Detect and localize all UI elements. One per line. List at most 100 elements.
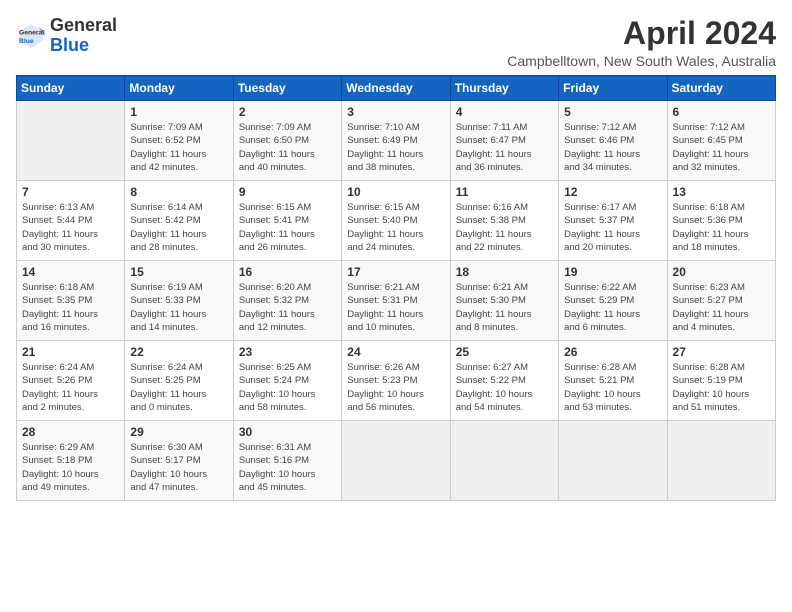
day-number: 5: [564, 105, 661, 119]
day-number: 30: [239, 425, 336, 439]
day-number: 21: [22, 345, 119, 359]
day-number: 11: [456, 185, 553, 199]
week-row-2: 7 Sunrise: 6:13 AMSunset: 5:44 PMDaylight…: [17, 181, 776, 261]
cell-content: Sunrise: 6:29 AMSunset: 5:18 PMDaylight:…: [22, 441, 119, 494]
cell-content: Sunrise: 6:15 AMSunset: 5:40 PMDaylight:…: [347, 201, 444, 254]
calendar-cell: 26Sunrise: 6:28 AMSunset: 5:21 PMDayligh…: [559, 341, 667, 421]
day-number: 24: [347, 345, 444, 359]
calendar-cell: [450, 421, 558, 501]
cell-content: Sunrise: 7:11 AMSunset: 6:47 PMDaylight:…: [456, 121, 553, 174]
calendar-cell: 10 Sunrise: 6:15 AMSunset: 5:40 PMDayligh…: [342, 181, 450, 261]
cell-content: Sunrise: 6:24 AMSunset: 5:25 PMDaylight:…: [130, 361, 227, 414]
calendar-cell: 5Sunrise: 7:12 AMSunset: 6:46 PMDaylight…: [559, 101, 667, 181]
day-number: 1: [130, 105, 227, 119]
calendar-cell: 8 Sunrise: 6:14 AMSunset: 5:42 PMDaylight…: [125, 181, 233, 261]
day-number: 7: [22, 185, 119, 199]
day-number: 10: [347, 185, 444, 199]
week-row-5: 28 Sunrise: 6:29 AMSunset: 5:18 PMDayligh…: [17, 421, 776, 501]
cell-content: Sunrise: 6:21 AMSunset: 5:31 PMDaylight:…: [347, 281, 444, 334]
cell-content: Sunrise: 6:31 AMSunset: 5:16 PMDaylight:…: [239, 441, 336, 494]
day-number: 29: [130, 425, 227, 439]
header-day-wednesday: Wednesday: [342, 76, 450, 101]
day-number: 3: [347, 105, 444, 119]
page-header: General Blue General Blue April 2024 Cam…: [16, 16, 776, 69]
cell-content: Sunrise: 6:14 AMSunset: 5:42 PMDaylight:…: [130, 201, 227, 254]
header-day-monday: Monday: [125, 76, 233, 101]
day-number: 8: [130, 185, 227, 199]
day-number: 20: [673, 265, 770, 279]
month-title: April 2024: [507, 16, 776, 51]
calendar-cell: 11Sunrise: 6:16 AMSunset: 5:38 PMDayligh…: [450, 181, 558, 261]
calendar-cell: 21 Sunrise: 6:24 AMSunset: 5:26 PMDayligh…: [17, 341, 125, 421]
location-title: Campbelltown, New South Wales, Australia: [507, 53, 776, 69]
calendar-cell: 29 Sunrise: 6:30 AMSunset: 5:17 PMDayligh…: [125, 421, 233, 501]
cell-content: Sunrise: 6:30 AMSunset: 5:17 PMDaylight:…: [130, 441, 227, 494]
day-number: 17: [347, 265, 444, 279]
week-row-1: 1 Sunrise: 7:09 AMSunset: 6:52 PMDaylight…: [17, 101, 776, 181]
cell-content: Sunrise: 6:24 AMSunset: 5:26 PMDaylight:…: [22, 361, 119, 414]
day-number: 15: [130, 265, 227, 279]
title-block: April 2024 Campbelltown, New South Wales…: [507, 16, 776, 69]
cell-content: Sunrise: 7:12 AMSunset: 6:45 PMDaylight:…: [673, 121, 770, 174]
logo: General Blue General Blue: [16, 16, 117, 56]
calendar-cell: 13Sunrise: 6:18 AMSunset: 5:36 PMDayligh…: [667, 181, 775, 261]
day-number: 9: [239, 185, 336, 199]
cell-content: Sunrise: 7:09 AMSunset: 6:52 PMDaylight:…: [130, 121, 227, 174]
calendar-cell: 7 Sunrise: 6:13 AMSunset: 5:44 PMDaylight…: [17, 181, 125, 261]
calendar-cell: 12Sunrise: 6:17 AMSunset: 5:37 PMDayligh…: [559, 181, 667, 261]
cell-content: Sunrise: 6:26 AMSunset: 5:23 PMDaylight:…: [347, 361, 444, 414]
calendar-cell: 9 Sunrise: 6:15 AMSunset: 5:41 PMDaylight…: [233, 181, 341, 261]
header-day-tuesday: Tuesday: [233, 76, 341, 101]
calendar-cell: 15 Sunrise: 6:19 AMSunset: 5:33 PMDayligh…: [125, 261, 233, 341]
week-row-4: 21 Sunrise: 6:24 AMSunset: 5:26 PMDayligh…: [17, 341, 776, 421]
day-number: 25: [456, 345, 553, 359]
calendar-cell: [17, 101, 125, 181]
cell-content: Sunrise: 6:27 AMSunset: 5:22 PMDaylight:…: [456, 361, 553, 414]
calendar-header: SundayMondayTuesdayWednesdayThursdayFrid…: [17, 76, 776, 101]
calendar-cell: 24 Sunrise: 6:26 AMSunset: 5:23 PMDayligh…: [342, 341, 450, 421]
calendar-cell: 23Sunrise: 6:25 AMSunset: 5:24 PMDayligh…: [233, 341, 341, 421]
day-number: 28: [22, 425, 119, 439]
header-day-friday: Friday: [559, 76, 667, 101]
day-number: 14: [22, 265, 119, 279]
cell-content: Sunrise: 6:15 AMSunset: 5:41 PMDaylight:…: [239, 201, 336, 254]
cell-content: Sunrise: 6:13 AMSunset: 5:44 PMDaylight:…: [22, 201, 119, 254]
cell-content: Sunrise: 6:21 AMSunset: 5:30 PMDaylight:…: [456, 281, 553, 334]
cell-content: Sunrise: 6:28 AMSunset: 5:21 PMDaylight:…: [564, 361, 661, 414]
svg-text:Blue: Blue: [19, 38, 34, 45]
calendar-cell: 22Sunrise: 6:24 AMSunset: 5:25 PMDayligh…: [125, 341, 233, 421]
calendar-cell: 17 Sunrise: 6:21 AMSunset: 5:31 PMDayligh…: [342, 261, 450, 341]
header-row: SundayMondayTuesdayWednesdayThursdayFrid…: [17, 76, 776, 101]
cell-content: Sunrise: 6:19 AMSunset: 5:33 PMDaylight:…: [130, 281, 227, 334]
logo-blue: Blue: [50, 35, 89, 55]
calendar-cell: 3 Sunrise: 7:10 AMSunset: 6:49 PMDaylight…: [342, 101, 450, 181]
header-day-sunday: Sunday: [17, 76, 125, 101]
cell-content: Sunrise: 7:10 AMSunset: 6:49 PMDaylight:…: [347, 121, 444, 174]
day-number: 27: [673, 345, 770, 359]
calendar-cell: 2Sunrise: 7:09 AMSunset: 6:50 PMDaylight…: [233, 101, 341, 181]
calendar-cell: 25 Sunrise: 6:27 AMSunset: 5:22 PMDayligh…: [450, 341, 558, 421]
calendar-cell: 18 Sunrise: 6:21 AMSunset: 5:30 PMDayligh…: [450, 261, 558, 341]
calendar-cell: [342, 421, 450, 501]
day-number: 16: [239, 265, 336, 279]
calendar-cell: 16Sunrise: 6:20 AMSunset: 5:32 PMDayligh…: [233, 261, 341, 341]
calendar-cell: 27 Sunrise: 6:28 AMSunset: 5:19 PMDayligh…: [667, 341, 775, 421]
logo-general: General: [50, 15, 117, 35]
cell-content: Sunrise: 6:23 AMSunset: 5:27 PMDaylight:…: [673, 281, 770, 334]
day-number: 4: [456, 105, 553, 119]
logo-icon: General Blue: [16, 21, 46, 51]
day-number: 19: [564, 265, 661, 279]
calendar-cell: 4 Sunrise: 7:11 AMSunset: 6:47 PMDaylight…: [450, 101, 558, 181]
week-row-3: 14Sunrise: 6:18 AMSunset: 5:35 PMDayligh…: [17, 261, 776, 341]
calendar-cell: 28 Sunrise: 6:29 AMSunset: 5:18 PMDayligh…: [17, 421, 125, 501]
calendar-cell: 20 Sunrise: 6:23 AMSunset: 5:27 PMDayligh…: [667, 261, 775, 341]
day-number: 2: [239, 105, 336, 119]
cell-content: Sunrise: 6:28 AMSunset: 5:19 PMDaylight:…: [673, 361, 770, 414]
calendar-cell: 1 Sunrise: 7:09 AMSunset: 6:52 PMDaylight…: [125, 101, 233, 181]
header-day-thursday: Thursday: [450, 76, 558, 101]
calendar-body: 1 Sunrise: 7:09 AMSunset: 6:52 PMDaylight…: [17, 101, 776, 501]
day-number: 18: [456, 265, 553, 279]
calendar-cell: 6 Sunrise: 7:12 AMSunset: 6:45 PMDaylight…: [667, 101, 775, 181]
calendar-table: SundayMondayTuesdayWednesdayThursdayFrid…: [16, 75, 776, 501]
day-number: 6: [673, 105, 770, 119]
